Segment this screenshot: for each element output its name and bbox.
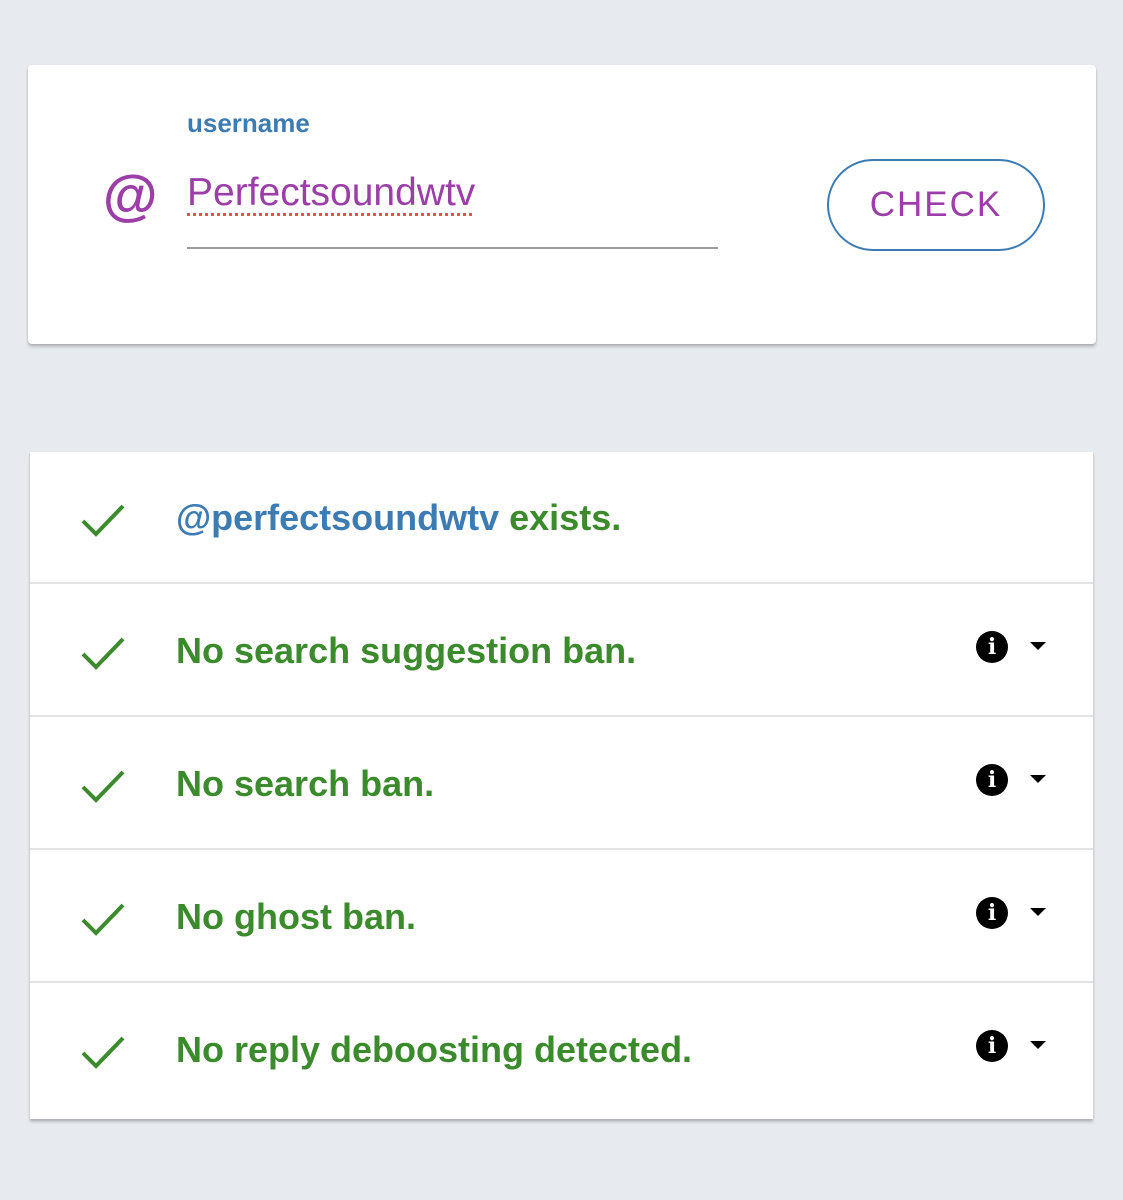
username-handle-link[interactable]: @perfectsoundwtv: [176, 497, 499, 538]
username-input[interactable]: Perfectsoundwtv: [187, 170, 475, 216]
result-row-search-ban[interactable]: No search ban. i: [30, 718, 1093, 850]
expand-caret-icon[interactable]: [1030, 908, 1046, 916]
info-icon[interactable]: i: [976, 1030, 1008, 1062]
at-sign-icon: @: [102, 164, 157, 227]
info-icon[interactable]: i: [976, 897, 1008, 929]
result-text: No search ban.: [176, 763, 435, 804]
result-text: No ghost ban.: [176, 896, 416, 937]
checkmark-icon: [81, 504, 125, 537]
checkmark-icon: [81, 1036, 125, 1069]
checkmark-icon: [81, 637, 125, 670]
username-label: username: [187, 108, 310, 138]
username-input-underline: [187, 247, 718, 249]
expand-caret-icon[interactable]: [1030, 775, 1046, 783]
result-text: @perfectsoundwtv exists.: [176, 496, 621, 540]
result-row-ghost-ban[interactable]: No ghost ban. i: [30, 851, 1093, 983]
check-button[interactable]: CHECK: [827, 159, 1045, 251]
checkmark-icon: [81, 770, 125, 803]
results-card: @perfectsoundwtv exists. No search sugge…: [30, 452, 1093, 1119]
info-icon[interactable]: i: [976, 764, 1008, 796]
exists-text: exists.: [499, 497, 622, 538]
info-icon[interactable]: i: [976, 631, 1008, 663]
result-text: No reply deboosting detected.: [176, 1029, 693, 1070]
expand-caret-icon[interactable]: [1030, 642, 1046, 650]
result-text: No search suggestion ban.: [176, 630, 637, 671]
result-row-exists: @perfectsoundwtv exists.: [30, 452, 1093, 584]
result-row-search-suggestion-ban[interactable]: No search suggestion ban. i: [30, 585, 1093, 717]
expand-caret-icon[interactable]: [1030, 1041, 1046, 1049]
result-row-reply-deboosting[interactable]: No reply deboosting detected. i: [30, 984, 1093, 1116]
checkmark-icon: [81, 903, 125, 936]
